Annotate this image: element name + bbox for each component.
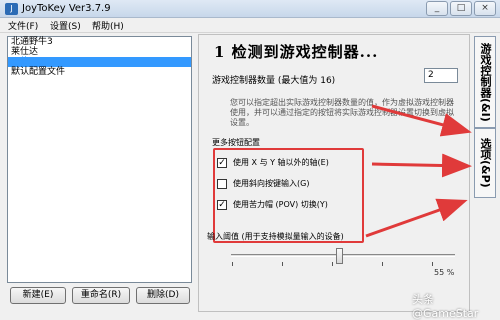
menu-settings[interactable]: 设置(S): [50, 19, 81, 32]
slider-tick: [282, 262, 283, 266]
tab-options[interactable]: 选项(&P): [474, 128, 496, 198]
joytokey-app-icon: J: [5, 3, 18, 15]
close-button[interactable]: ×: [474, 1, 496, 16]
page-title: 1 检测到游戏控制器...: [214, 43, 379, 61]
controller-count-input[interactable]: 2: [424, 68, 458, 83]
controller-count-label: 游戏控制器数量 (最大值为 16): [212, 76, 336, 86]
menu-file[interactable]: 文件(F): [8, 19, 38, 32]
input-threshold-label: 输入阈值 (用于支持模拟量输入的设备): [207, 232, 344, 241]
delete-button[interactable]: 删除(D): [136, 287, 190, 304]
menu-help[interactable]: 帮助(H): [92, 19, 124, 32]
description-text: 您可以指定超出实际游戏控制器数量的值，作为虚拟游戏控制器使用，并可以通过指定的按…: [230, 98, 454, 127]
profile-item-selected[interactable]: 三伯: [8, 57, 191, 67]
checkbox-unchecked[interactable]: [217, 178, 227, 189]
profile-item[interactable]: 默认配置文件: [8, 67, 191, 77]
rename-button[interactable]: 重命名(R): [72, 287, 130, 304]
window-controls: _ □ ×: [426, 1, 496, 16]
checkbox-checked[interactable]: ✓: [217, 157, 227, 168]
title-bar: J JoyToKey Ver3.7.9 _ □ ×: [0, 0, 500, 18]
option-label: 使用斜向按键输入(G): [233, 179, 310, 188]
option-extra-axes[interactable]: ✓ 使用 X 与 Y 轴以外的轴(E): [217, 156, 329, 169]
more-buttons-group-title: 更多按钮配置: [212, 138, 260, 147]
slider-tick: [332, 262, 333, 266]
slider-tick: [232, 262, 233, 266]
option-pov-switch[interactable]: ✓ 使用苦力帽 (POV) 切换(Y): [217, 198, 328, 211]
option-label: 使用苦力帽 (POV) 切换(Y): [233, 200, 328, 209]
profile-list[interactable]: 北通野牛3 莱仕达 三伯 默认配置文件: [7, 36, 192, 283]
checkbox-checked[interactable]: ✓: [217, 199, 227, 210]
slider-tick: [382, 262, 383, 266]
tab-game-controller[interactable]: 游戏控制器(&I): [474, 36, 496, 128]
profile-item[interactable]: 北通野牛3: [8, 37, 191, 47]
watermark: 头条 @GameStar: [412, 293, 479, 320]
slider-tick: [432, 262, 433, 266]
threshold-percent: 55 %: [434, 268, 455, 277]
threshold-slider-track[interactable]: [231, 254, 455, 257]
option-label: 使用 X 与 Y 轴以外的轴(E): [233, 158, 329, 167]
threshold-slider-thumb[interactable]: [336, 248, 343, 264]
option-diagonal-input[interactable]: 使用斜向按键输入(G): [217, 177, 309, 190]
profile-item[interactable]: 莱仕达: [8, 47, 191, 57]
minimize-button[interactable]: _: [426, 1, 448, 16]
window-title: JoyToKey Ver3.7.9: [22, 3, 111, 14]
menu-bar: 文件(F) 设置(S) 帮助(H): [0, 18, 500, 33]
maximize-button[interactable]: □: [450, 1, 472, 16]
new-button[interactable]: 新建(E): [10, 287, 66, 304]
